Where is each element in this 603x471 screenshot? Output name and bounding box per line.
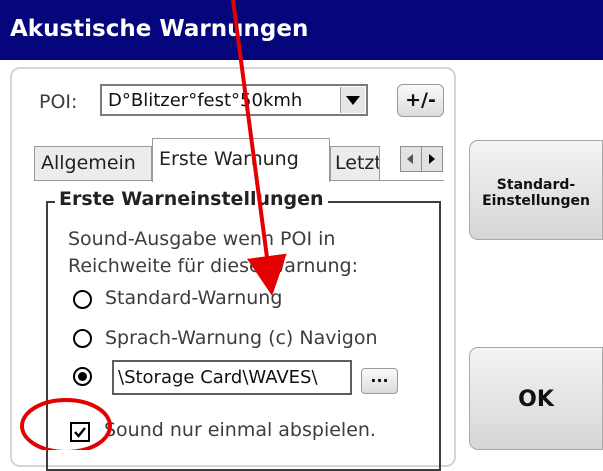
checkmark-icon bbox=[74, 427, 86, 438]
description-line-2: Reichweite für diese Warnung: bbox=[68, 255, 359, 277]
tab-scroll-left-icon[interactable] bbox=[400, 146, 422, 172]
sound-path-input[interactable]: \Storage Card\WAVES\ bbox=[112, 360, 352, 395]
title-bar: Akustische Warnungen bbox=[0, 0, 603, 60]
group-title: Erste Warneinstellungen bbox=[55, 188, 328, 210]
tab-scroll-right-icon[interactable] bbox=[421, 146, 443, 172]
tab-erste-warnung[interactable]: Erste Warnung bbox=[152, 138, 330, 182]
sound-path-value: \Storage Card\WAVES\ bbox=[118, 367, 318, 388]
poi-dropdown[interactable]: D°Blitzer°fest°50kmh bbox=[100, 84, 368, 116]
standard-settings-button[interactable]: Standard- Einstellungen bbox=[469, 140, 603, 240]
radio-voice-warning[interactable] bbox=[73, 329, 92, 348]
radio-standard-warning[interactable] bbox=[73, 290, 92, 309]
tab-letzte[interactable]: Letzte bbox=[330, 146, 380, 180]
play-once-checkbox[interactable] bbox=[70, 422, 90, 442]
standard-settings-label-2: Einstellungen bbox=[482, 193, 590, 209]
browse-button[interactable]: ... bbox=[361, 368, 398, 394]
ok-button[interactable]: OK bbox=[469, 347, 603, 450]
description-line-1: Sound-Ausgabe wenn POI in bbox=[68, 228, 336, 250]
chevron-down-icon[interactable] bbox=[340, 87, 365, 113]
radio-custom-sound[interactable] bbox=[73, 367, 92, 386]
play-once-label[interactable]: Sound nur einmal abspielen. bbox=[104, 419, 376, 441]
poi-label: POI: bbox=[39, 91, 78, 113]
window-title: Akustische Warnungen bbox=[10, 16, 309, 42]
radio-standard-warning-label[interactable]: Standard-Warnung bbox=[105, 287, 282, 309]
standard-settings-label-1: Standard- bbox=[496, 177, 576, 193]
radio-voice-warning-label[interactable]: Sprach-Warnung (c) Navigon bbox=[105, 327, 378, 349]
tab-allgemein[interactable]: Allgemein bbox=[34, 146, 152, 180]
poi-selected-value: D°Blitzer°fest°50kmh bbox=[108, 90, 303, 111]
plus-minus-button[interactable]: +/- bbox=[397, 84, 444, 117]
